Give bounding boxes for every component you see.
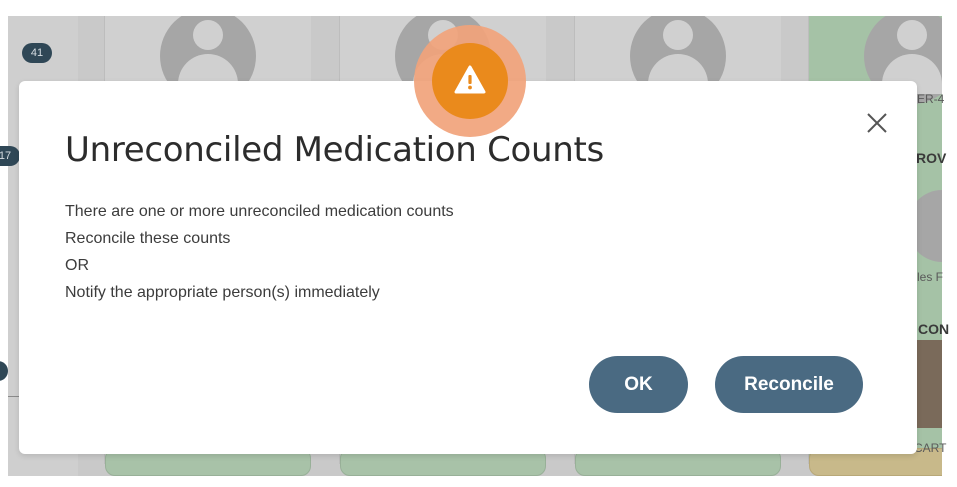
background-label: CART <box>914 441 947 455</box>
reconcile-button[interactable]: Reconcile <box>715 356 863 413</box>
dialog-message-line: There are one or more unreconciled medic… <box>65 203 454 220</box>
dialog-message-line: OR <box>65 257 89 274</box>
count-badge: 41 <box>22 43 52 63</box>
close-icon[interactable] <box>864 110 890 136</box>
count-badge <box>0 361 8 381</box>
background-label: ER-4 <box>917 92 945 106</box>
background-label: ROV <box>916 150 947 166</box>
ok-button[interactable]: OK <box>589 356 688 413</box>
background-label: CON <box>918 321 950 337</box>
warning-icon <box>432 43 508 119</box>
dialog-message-line: Reconcile these counts <box>65 230 231 247</box>
count-badge: 17 <box>0 146 20 166</box>
dialog-message-line: Notify the appropriate person(s) immedia… <box>65 284 380 301</box>
dialog-title: Unreconciled Medication Counts <box>65 130 604 170</box>
background-label: les F <box>917 270 944 284</box>
